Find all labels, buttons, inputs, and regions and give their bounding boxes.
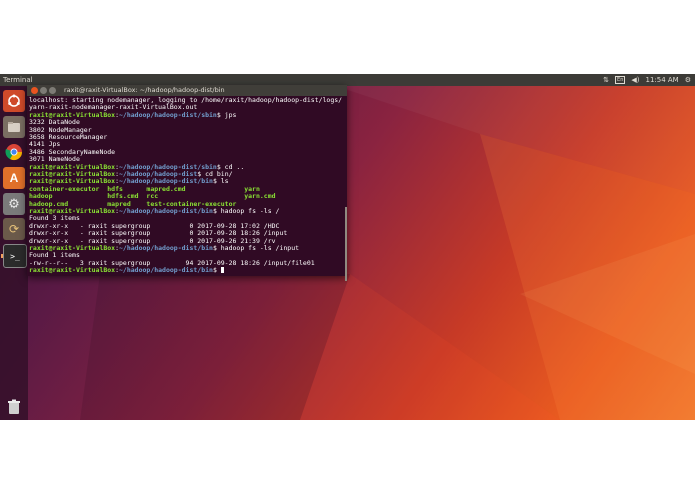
terminal-title: raxit@raxit-VirtualBox: ~/hadoop/hadoop-… [64,86,225,94]
clock[interactable]: 11:54 AM [645,74,678,86]
scrollbar-thumb[interactable] [345,207,347,281]
terminal-output[interactable]: localhost: starting nodemanager, logging… [27,96,345,275]
trash-icon[interactable] [3,396,25,418]
close-button[interactable] [31,87,38,94]
prompt-user: raxit@raxit-VirtualBox [29,266,116,275]
running-indicator [1,254,3,258]
power-icon[interactable]: ⚙ [685,74,691,86]
prompt-command: $ hadoop fs -ls / [212,207,280,215]
keyboard-layout-indicator[interactable]: En [615,76,626,84]
software-center-icon[interactable]: A [3,167,25,189]
settings-icon[interactable]: ⚙ [3,193,25,215]
prompt-command: $ hadoop fs -ls /input [212,244,300,252]
files-icon[interactable] [3,116,25,138]
desktop: Terminal ⇅ En ◀) 11:54 AM ⚙ A ⚙ ⟳ >_ rax… [0,74,695,420]
indicator-area: ⇅ En ◀) 11:54 AM ⚙ [603,74,691,86]
prompt-command: $ jps [216,110,237,119]
ubuntu-logo-icon[interactable] [3,90,25,112]
maximize-button[interactable] [49,87,56,94]
text-cursor [220,267,224,274]
prompt-path: ~/hadoop/hadoop-dist/sbin [119,110,217,119]
launcher: A ⚙ ⟳ >_ [0,86,28,420]
prompt-path: ~/hadoop/hadoop-dist/bin [119,266,213,275]
network-icon[interactable]: ⇅ [603,74,609,86]
prompt-path: ~/hadoop/hadoop-dist/bin [119,207,213,215]
terminal-icon[interactable]: >_ [1,244,27,268]
chrome-icon[interactable] [3,141,25,163]
prompt-command: $ [212,266,221,275]
volume-icon[interactable]: ◀) [631,74,639,86]
prompt-path: ~/hadoop/hadoop-dist/bin [119,244,213,252]
software-updater-icon[interactable]: ⟳ [3,218,25,240]
terminal-titlebar[interactable]: raxit@raxit-VirtualBox: ~/hadoop/hadoop-… [27,85,347,96]
prompt-line: raxit@raxit-VirtualBox:~/hadoop/hadoop-d… [29,266,224,275]
terminal-window[interactable]: raxit@raxit-VirtualBox: ~/hadoop/hadoop-… [27,85,347,281]
minimize-button[interactable] [40,87,47,94]
terminal-scrollbar[interactable] [345,97,347,281]
